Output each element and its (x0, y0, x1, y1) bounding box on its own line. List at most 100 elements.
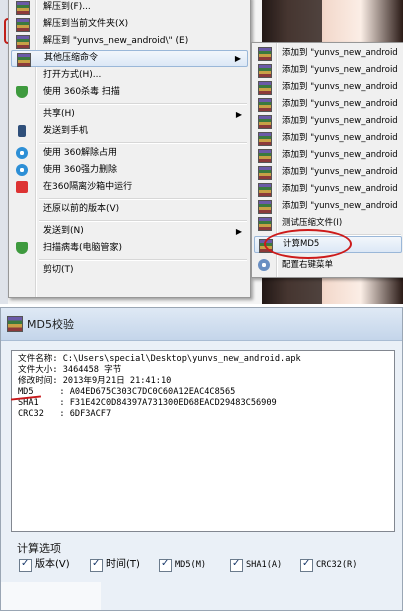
option-version-checkbox[interactable]: 版本(V) (19, 557, 70, 572)
menu-item-label: 使用 360解除占用 (43, 148, 118, 158)
menu-item-label: 添加到 "yunvs_new_android (282, 99, 398, 109)
context-menu-screenshot: 解压到(F)... 解压到当前文件夹(X) 解压到 "yunvs_new_and… (0, 0, 403, 304)
submenu-item-add-to[interactable]: 添加到 "yunvs_new_android (254, 130, 402, 147)
menu-item-label: 扫描病毒(电脑管家) (43, 243, 123, 253)
option-time-checkbox[interactable]: 时间(T) (90, 557, 140, 572)
archive-icon (258, 64, 272, 78)
submenu-arrow-icon: ▶ (234, 54, 241, 63)
archive-icon (258, 47, 272, 61)
archive-icon (17, 53, 31, 67)
menu-item-share[interactable]: 共享(H) ▶ (11, 106, 248, 123)
360-icon (16, 147, 28, 159)
menu-separator (39, 259, 247, 261)
archive-icon (16, 1, 30, 15)
option-crc32-checkbox[interactable]: CRC32(R) (300, 557, 358, 572)
archive-icon (258, 81, 272, 95)
menu-item-label: 发送到(N) (43, 226, 84, 236)
md5-dialog: MD5校验 文件名称: C:\Users\special\Desktop\yun… (0, 307, 403, 611)
checkbox-checked-icon (90, 557, 103, 572)
result-text-area[interactable]: 文件名称: C:\Users\special\Desktop\yunvs_new… (11, 350, 395, 532)
menu-item-label: 添加到 "yunvs_new_android (282, 82, 398, 92)
dialog-footer (1, 582, 101, 610)
submenu-item-add-to[interactable]: 添加到 "yunvs_new_android (254, 45, 402, 62)
archive-icon (258, 115, 272, 129)
archive-icon (258, 132, 272, 146)
submenu-item-add-to[interactable]: 添加到 "yunvs_new_android (254, 181, 402, 198)
menu-item-cut[interactable]: 剪切(T) (11, 262, 248, 279)
menu-item-label: 添加到 "yunvs_new_android (282, 167, 398, 177)
archive-icon (258, 217, 272, 231)
checkbox-checked-icon (159, 557, 172, 572)
phone-icon (18, 125, 26, 137)
menu-item-label: 添加到 "yunvs_new_android (282, 133, 398, 143)
submenu-item-add-to[interactable]: 添加到 "yunvs_new_android (254, 198, 402, 215)
checkbox-label: 时间(T) (106, 559, 140, 570)
menu-item-extract-here[interactable]: 解压到当前文件夹(X) (11, 16, 248, 33)
menu-item-360-delete[interactable]: 使用 360强力删除 (11, 162, 248, 179)
shield-icon (16, 86, 28, 98)
file-size-line: 文件大小: 3464458 字节 (18, 365, 122, 375)
menu-item-label: 添加到 "yunvs_new_android (282, 48, 398, 58)
annotation-circle (264, 229, 352, 259)
menu-item-label: 共享(H) (43, 109, 75, 119)
archive-icon (16, 18, 30, 32)
menu-item-extract-to[interactable]: 解压到(F)... (11, 0, 248, 16)
submenu-item-configure-menu[interactable]: 配置右键菜单 (254, 257, 402, 274)
checkbox-checked-icon (300, 557, 313, 572)
crc32-line: CRC32 : 6DF3ACF7 (18, 409, 112, 419)
menu-item-label: 解压到 "yunvs_new_android\" (E) (43, 36, 189, 46)
menu-item-label: 打开方式(H)... (43, 70, 102, 80)
dialog-titlebar[interactable]: MD5校验 (1, 308, 402, 341)
options-group-label: 计算选项 (17, 542, 61, 555)
menu-item-label: 在360隔离沙箱中运行 (43, 182, 133, 192)
archive-icon (16, 35, 30, 49)
menu-item-send-to-phone[interactable]: 发送到手机 (11, 123, 248, 140)
menu-item-label: 发送到手机 (43, 126, 89, 136)
menu-item-label: 添加到 "yunvs_new_android (282, 65, 398, 75)
option-md5-checkbox[interactable]: MD5(M) (159, 557, 207, 572)
menu-item-360-unlock[interactable]: 使用 360解除占用 (11, 145, 248, 162)
menu-item-label: 添加到 "yunvs_new_android (282, 184, 398, 194)
menu-item-label: 还原以前的版本(V) (43, 204, 120, 214)
checkbox-label: CRC32(R) (316, 560, 358, 570)
checkbox-label: MD5(M) (175, 560, 207, 570)
menu-item-label: 解压到(F)... (43, 2, 91, 12)
menu-item-open-with[interactable]: 打开方式(H)... (11, 67, 248, 84)
menu-item-restore-versions[interactable]: 还原以前的版本(V) (11, 201, 248, 218)
submenu-item-add-to[interactable]: 添加到 "yunvs_new_android (254, 147, 402, 164)
shield-icon (16, 242, 28, 254)
submenu-item-add-to[interactable]: 添加到 "yunvs_new_android (254, 79, 402, 96)
file-name-line: 文件名称: C:\Users\special\Desktop\yunvs_new… (18, 354, 301, 364)
submenu-item-add-to[interactable]: 添加到 "yunvs_new_android (254, 96, 402, 113)
submenu-item-test-archive[interactable]: 测试压缩文件(I) (254, 215, 402, 232)
desktop-background (0, 0, 8, 304)
menu-item-label: 剪切(T) (43, 265, 74, 275)
submenu-item-add-to[interactable]: 添加到 "yunvs_new_android (254, 62, 402, 79)
checkbox-checked-icon (230, 557, 243, 572)
menu-item-other-compress[interactable]: 其他压缩命令 ▶ (11, 50, 248, 67)
submenu-item-add-to[interactable]: 添加到 "yunvs_new_android (254, 164, 402, 181)
menu-item-label: 添加到 "yunvs_new_android (282, 150, 398, 160)
modified-time-line: 修改时间: 2013年9月21日 21:41:10 (18, 376, 172, 386)
submenu-item-add-to[interactable]: 添加到 "yunvs_new_android (254, 113, 402, 130)
menu-item-extract-to-folder[interactable]: 解压到 "yunvs_new_android\" (E) (11, 33, 248, 50)
checkbox-label: SHA1(A) (246, 560, 283, 570)
checkbox-label: 版本(V) (35, 559, 70, 570)
archive-icon (258, 166, 272, 180)
context-menu: 解压到(F)... 解压到当前文件夹(X) 解压到 "yunvs_new_and… (8, 0, 251, 298)
menu-item-send-to[interactable]: 发送到(N) ▶ (11, 223, 248, 240)
menu-item-label: 添加到 "yunvs_new_android (282, 201, 398, 211)
menu-separator (39, 103, 247, 105)
menu-item-360-scan[interactable]: 使用 360杀毒 扫描 (11, 84, 248, 101)
menu-item-label: 其他压缩命令 (44, 53, 99, 63)
archive-icon (258, 183, 272, 197)
option-sha1-checkbox[interactable]: SHA1(A) (230, 557, 283, 572)
dialog-title: MD5校验 (27, 318, 74, 331)
menu-separator (39, 198, 247, 200)
checkbox-checked-icon (19, 557, 32, 572)
menu-item-label: 配置右键菜单 (282, 260, 334, 270)
gear-icon (258, 259, 270, 271)
archive-icon (7, 316, 23, 332)
menu-item-virus-scan[interactable]: 扫描病毒(电脑管家) (11, 240, 248, 257)
menu-item-360-sandbox[interactable]: 在360隔离沙箱中运行 (11, 179, 248, 196)
